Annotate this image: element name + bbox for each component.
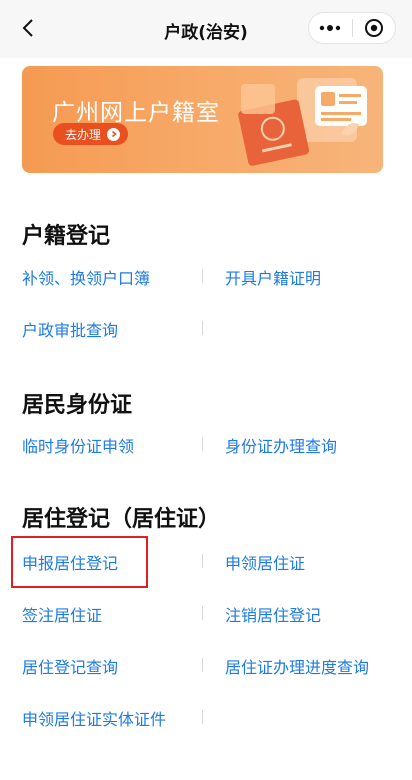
promo-banner[interactable]: 广州网上户籍室 去办理 xyxy=(22,66,383,173)
navigation-bar: 户政(治安) xyxy=(0,0,412,58)
mini-program-capsule xyxy=(308,12,396,44)
link-reissue-household-book[interactable]: 补领、换领户口簿 xyxy=(22,265,150,289)
banner-title: 广州网上户籍室 xyxy=(52,100,220,126)
close-button[interactable] xyxy=(353,13,396,43)
divider xyxy=(202,606,203,620)
divider xyxy=(202,710,203,724)
link-approval-query[interactable]: 户政审批查询 xyxy=(22,317,118,341)
divider xyxy=(202,321,203,335)
section-title-id-card: 居民身份证 xyxy=(22,393,133,418)
link-physical-permit[interactable]: 申领居住证实体证件 xyxy=(22,706,166,730)
section-title-household: 户籍登记 xyxy=(22,224,111,249)
arrow-right-icon xyxy=(107,127,121,141)
link-endorse-permit[interactable]: 签注居住证 xyxy=(22,602,102,626)
link-residence-query[interactable]: 居住登记查询 xyxy=(22,654,118,678)
household-register-illustration xyxy=(238,78,367,166)
highlight-box xyxy=(11,536,148,588)
link-permit-progress-query[interactable]: 居住证办理进度查询 xyxy=(225,654,369,678)
section-title-residence: 居住登记（居住证） xyxy=(22,507,221,532)
link-temp-id-apply[interactable]: 临时身份证申领 xyxy=(22,433,134,457)
target-circle-icon xyxy=(364,19,383,37)
link-id-card-query[interactable]: 身份证办理查询 xyxy=(225,433,337,457)
divider xyxy=(202,658,203,672)
link-cancel-residence[interactable]: 注销居住登记 xyxy=(225,602,321,626)
more-button[interactable] xyxy=(309,13,352,43)
more-dots-icon xyxy=(320,25,341,31)
go-handle-label: 去办理 xyxy=(65,127,102,142)
go-handle-button[interactable]: 去办理 xyxy=(53,123,129,145)
divider xyxy=(202,437,203,451)
link-apply-residence-permit[interactable]: 申领居住证 xyxy=(225,550,305,574)
link-household-certificate[interactable]: 开具户籍证明 xyxy=(225,265,321,289)
divider xyxy=(202,269,203,283)
divider xyxy=(202,554,203,568)
